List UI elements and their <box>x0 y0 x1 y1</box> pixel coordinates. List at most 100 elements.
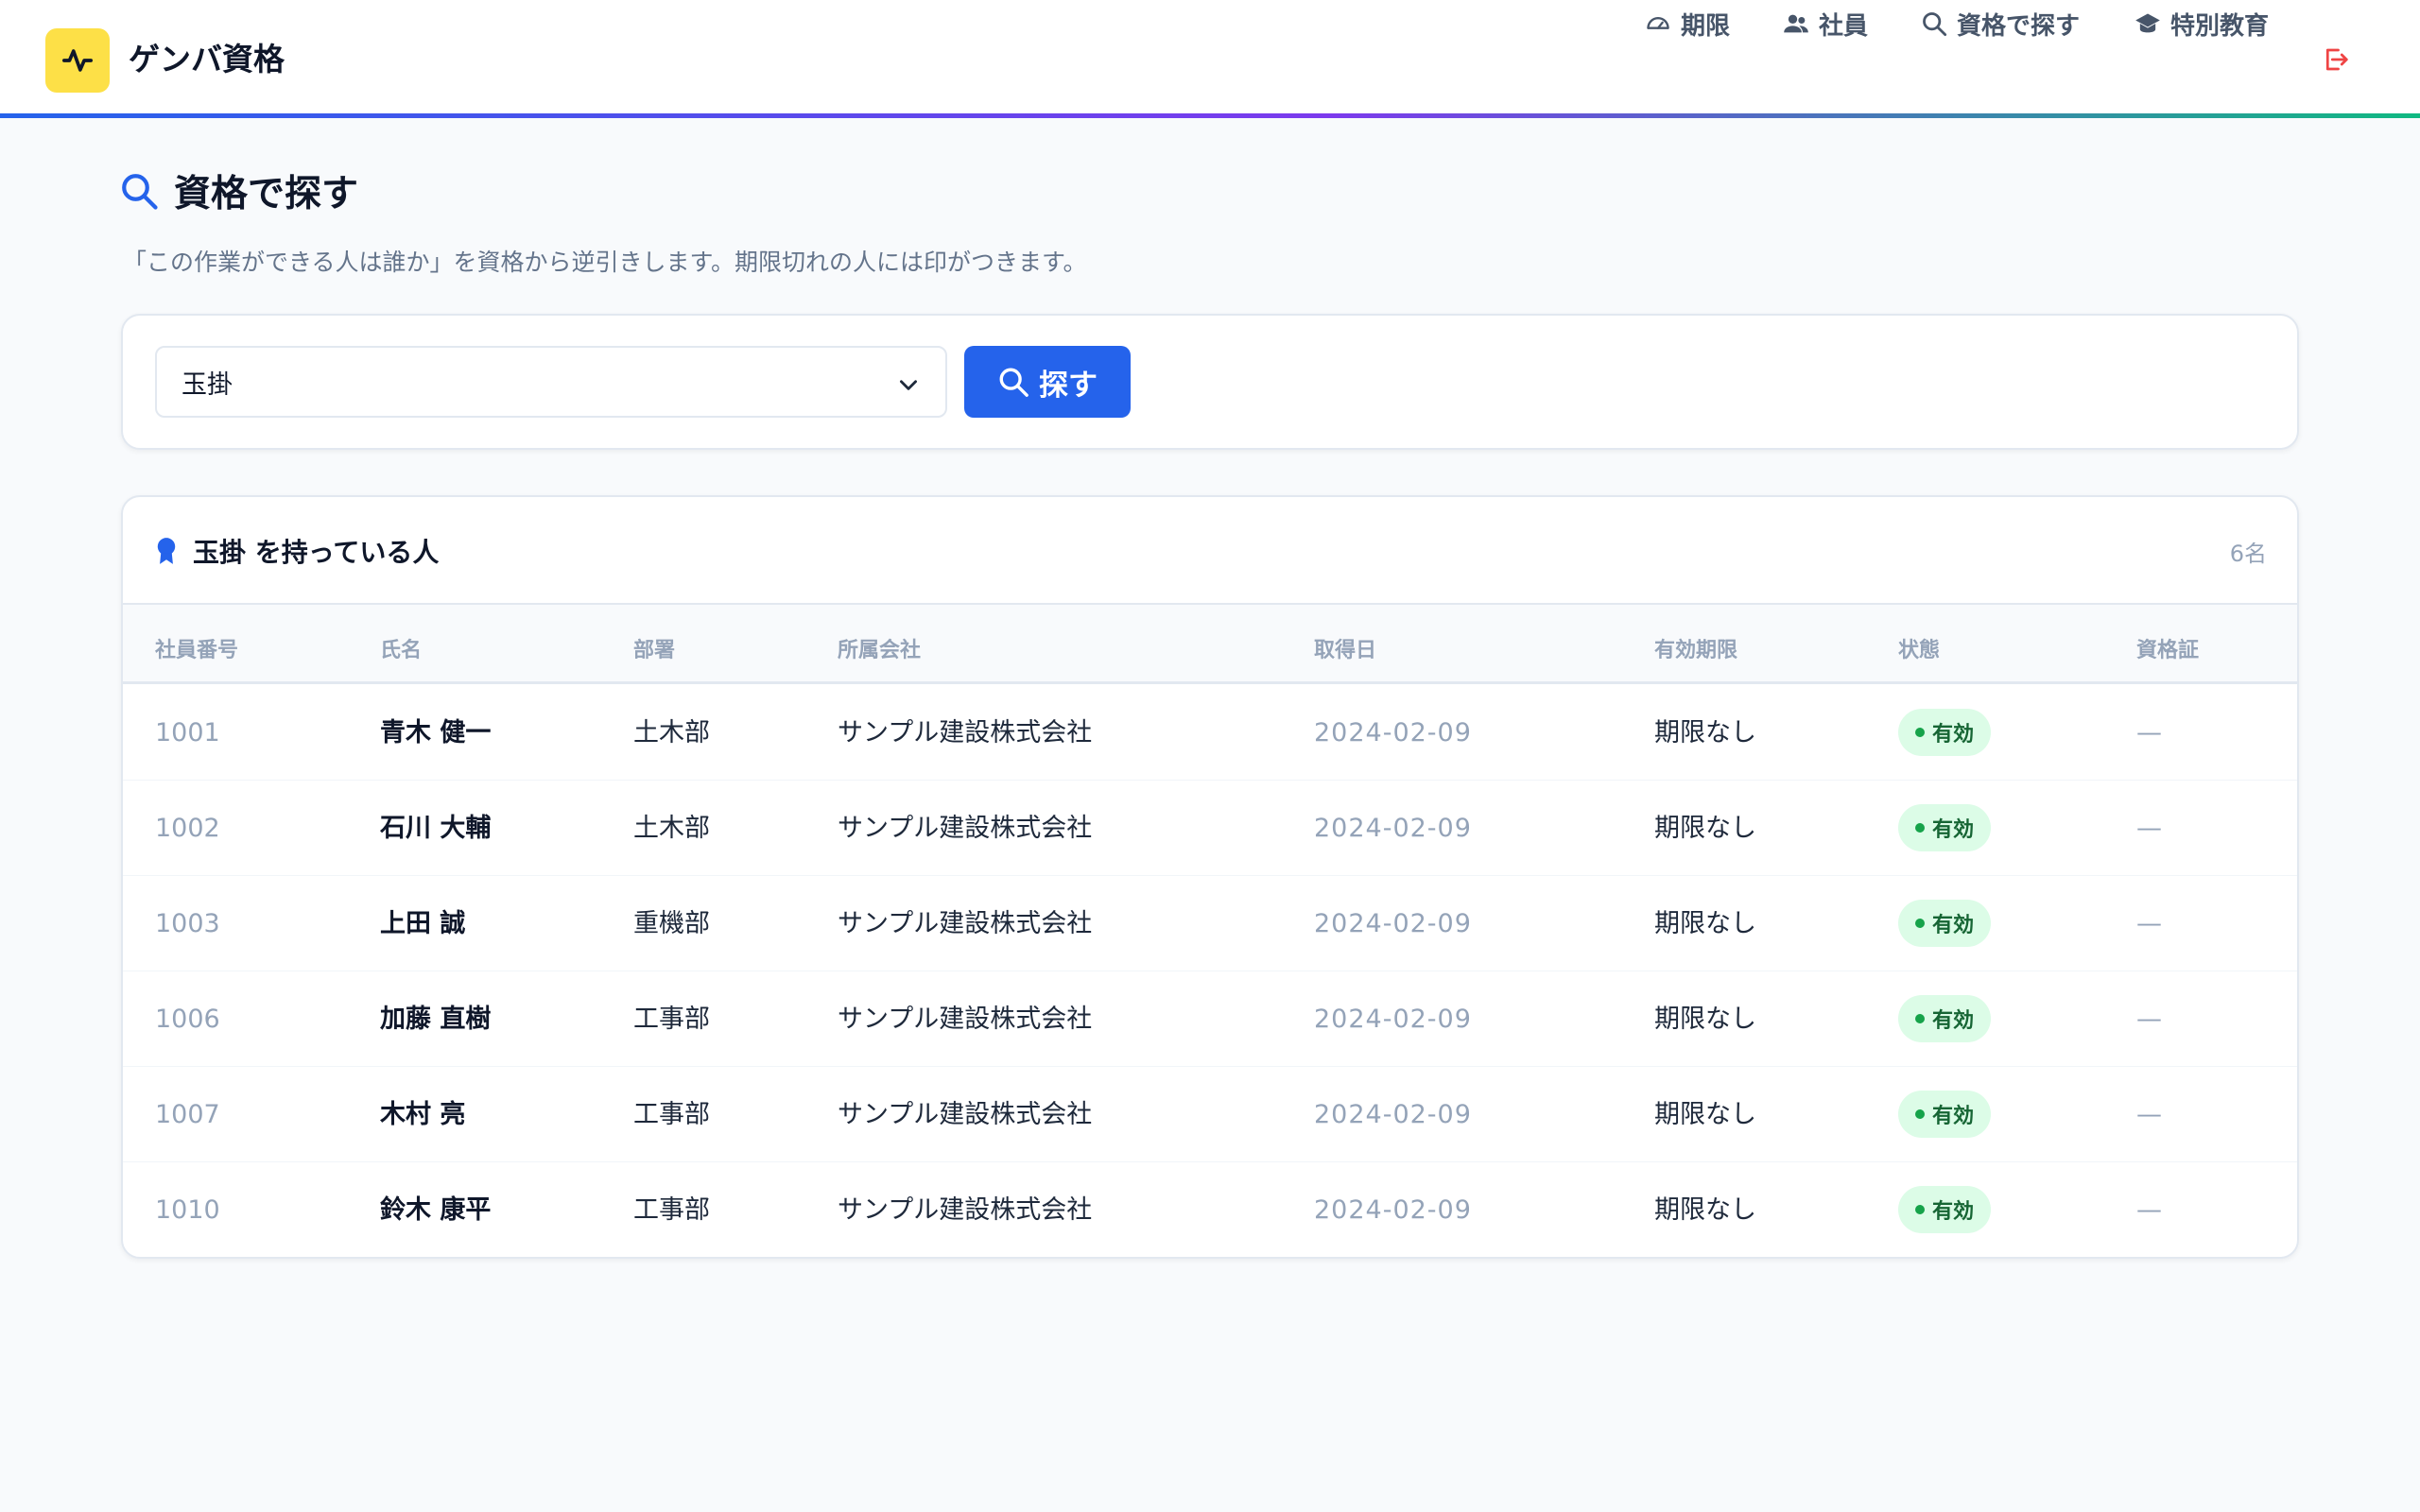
status-badge-label: 有効 <box>1932 723 1975 747</box>
nav-item-search-by-qualification[interactable]: 資格で探す <box>1921 0 2080 47</box>
status-badge-label: 有効 <box>1932 1105 1975 1128</box>
header-accent-line <box>0 113 2420 118</box>
status-dot-icon <box>1915 728 1925 737</box>
search-button[interactable]: 探す <box>964 346 1131 418</box>
cell-acquired-date: 2024-02-09 <box>1314 1195 1472 1225</box>
cell-expiry: 期限なし <box>1654 1195 1756 1225</box>
cell-expiry: 期限なし <box>1654 909 1756 938</box>
logout-button[interactable] <box>2322 45 2350 77</box>
chevron-down-icon <box>900 380 917 390</box>
table-row[interactable]: 1010 鈴木 康平 工事部 サンプル建設株式会社 2024-02-09 期限なし 有効 — <box>123 1163 2297 1257</box>
activity-icon <box>61 49 94 72</box>
cell-name: 石川 大輔 <box>380 814 492 843</box>
cell-certificate: — <box>2136 1005 2162 1034</box>
cell-acquired-date: 2024-02-09 <box>1314 1005 1472 1034</box>
cell-department: 工事部 <box>633 1005 710 1034</box>
nav-label-employees: 社員 <box>1819 11 1869 41</box>
cell-expiry: 期限なし <box>1654 1100 1756 1129</box>
cell-company: サンプル建設株式会社 <box>838 1005 1093 1034</box>
graduation-cap-icon <box>2135 13 2160 33</box>
col-company[interactable]: 所属会社 <box>838 633 921 663</box>
status-badge-label: 有効 <box>1932 818 1975 842</box>
status-badge: 有効 <box>1898 804 1992 851</box>
status-badge: 有効 <box>1898 900 1992 947</box>
status-badge-label: 有効 <box>1932 1200 1975 1224</box>
qualification-select[interactable]: 玉掛 <box>155 346 947 418</box>
nav-item-special-education[interactable]: 特別教育 <box>2135 0 2269 47</box>
app-title: ゲンバ資格 <box>129 41 285 77</box>
cell-name: 上田 誠 <box>380 909 466 938</box>
results-header: 玉掛 を持っている人 6名 <box>123 497 2297 605</box>
qualification-select-value: 玉掛 <box>182 369 233 400</box>
cell-name: 鈴木 康平 <box>380 1195 492 1225</box>
cell-department: 工事部 <box>633 1100 710 1129</box>
cell-department: 土木部 <box>633 814 710 843</box>
cell-department: 土木部 <box>633 718 710 747</box>
cell-name: 木村 亮 <box>380 1100 466 1129</box>
search-icon <box>1923 12 1947 37</box>
col-certificate[interactable]: 資格証 <box>2136 633 2199 663</box>
results-title-wrap: 玉掛 を持っている人 <box>155 527 439 575</box>
col-expiry[interactable]: 有効期限 <box>1654 633 1737 663</box>
nav-item-employees[interactable]: 社員 <box>1783 0 1868 47</box>
cell-expiry: 期限なし <box>1654 1005 1756 1034</box>
cell-employee-number: 1002 <box>155 814 220 843</box>
cell-certificate: — <box>2136 909 2162 938</box>
cell-company: サンプル建設株式会社 <box>838 814 1093 843</box>
cell-company: サンプル建設株式会社 <box>838 909 1093 938</box>
cell-employee-number: 1007 <box>155 1100 220 1129</box>
cell-certificate: — <box>2136 814 2162 843</box>
cell-employee-number: 1006 <box>155 1005 220 1034</box>
cell-company: サンプル建設株式会社 <box>838 1100 1093 1129</box>
col-status[interactable]: 状態 <box>1898 633 1940 663</box>
status-badge: 有効 <box>1898 1186 1992 1233</box>
cell-expiry: 期限なし <box>1654 718 1756 747</box>
cell-certificate: — <box>2136 1100 2162 1129</box>
table-row[interactable]: 1006 加藤 直樹 工事部 サンプル建設株式会社 2024-02-09 期限なし 有効 — <box>123 972 2297 1067</box>
results-count: 6名 <box>2229 541 2267 567</box>
nav-label-search: 資格で探す <box>1957 11 2081 41</box>
cell-acquired-date: 2024-02-09 <box>1314 814 1472 843</box>
status-badge: 有効 <box>1898 709 1992 756</box>
col-acquired-date[interactable]: 取得日 <box>1314 633 1376 663</box>
table-row[interactable]: 1003 上田 誠 重機部 サンプル建設株式会社 2024-02-09 期限なし 有効 — <box>123 877 2297 971</box>
search-icon <box>999 368 1028 397</box>
cell-company: サンプル建設株式会社 <box>838 718 1093 747</box>
cell-company: サンプル建設株式会社 <box>838 1195 1093 1225</box>
cell-acquired-date: 2024-02-09 <box>1314 909 1472 938</box>
page-subtitle: 「この作業ができる人は誰か」を資格から逆引きします。期限切れの人には印がつきます… <box>123 249 1087 276</box>
cell-acquired-date: 2024-02-09 <box>1314 1100 1472 1129</box>
nav-label-deadline: 期限 <box>1681 11 1731 41</box>
cell-expiry: 期限なし <box>1654 814 1756 843</box>
nav-label-special-education: 特別教育 <box>2170 11 2270 41</box>
table-row[interactable]: 1007 木村 亮 工事部 サンプル建設株式会社 2024-02-09 期限なし 有効 — <box>123 1068 2297 1162</box>
gauge-icon <box>1647 17 1669 29</box>
cell-name: 青木 健一 <box>380 718 492 747</box>
cell-employee-number: 1001 <box>155 718 220 747</box>
nav-item-deadline[interactable]: 期限 <box>1645 0 1730 47</box>
results-title: 玉掛 を持っている人 <box>193 537 440 568</box>
table-row[interactable]: 1001 青木 健一 土木部 サンプル建設株式会社 2024-02-09 期限なし 有効 — <box>123 686 2297 781</box>
table-header: 社員番号 氏名 部署 所属会社 取得日 有効期限 状態 資格証 <box>123 605 2297 684</box>
status-badge: 有効 <box>1898 1091 1992 1138</box>
status-badge: 有効 <box>1898 995 1992 1042</box>
results-card: 玉掛 を持っている人 6名 社員番号 氏名 部署 所属会社 取得日 有効期限 状… <box>121 495 2299 1259</box>
award-icon <box>157 538 176 564</box>
logout-icon <box>2325 48 2348 71</box>
cell-certificate: — <box>2136 718 2162 747</box>
col-name[interactable]: 氏名 <box>380 633 422 663</box>
col-employee-number[interactable]: 社員番号 <box>155 633 238 663</box>
page-title: 資格で探す <box>174 173 359 215</box>
cell-certificate: — <box>2136 1195 2162 1225</box>
cell-employee-number: 1010 <box>155 1195 220 1225</box>
app-logo[interactable] <box>45 28 110 93</box>
status-dot-icon <box>1915 1205 1925 1214</box>
search-button-label: 探す <box>1039 368 1098 403</box>
status-dot-icon <box>1915 1109 1925 1119</box>
status-dot-icon <box>1915 1014 1925 1023</box>
app-header: ゲンバ資格 期限 社員 資格で探す 特別教育 <box>0 0 2420 115</box>
table-row[interactable]: 1002 石川 大輔 土木部 サンプル建設株式会社 2024-02-09 期限なし 有効 — <box>123 782 2297 876</box>
status-dot-icon <box>1915 919 1925 928</box>
col-department[interactable]: 部署 <box>633 633 675 663</box>
status-badge-label: 有効 <box>1932 914 1975 937</box>
